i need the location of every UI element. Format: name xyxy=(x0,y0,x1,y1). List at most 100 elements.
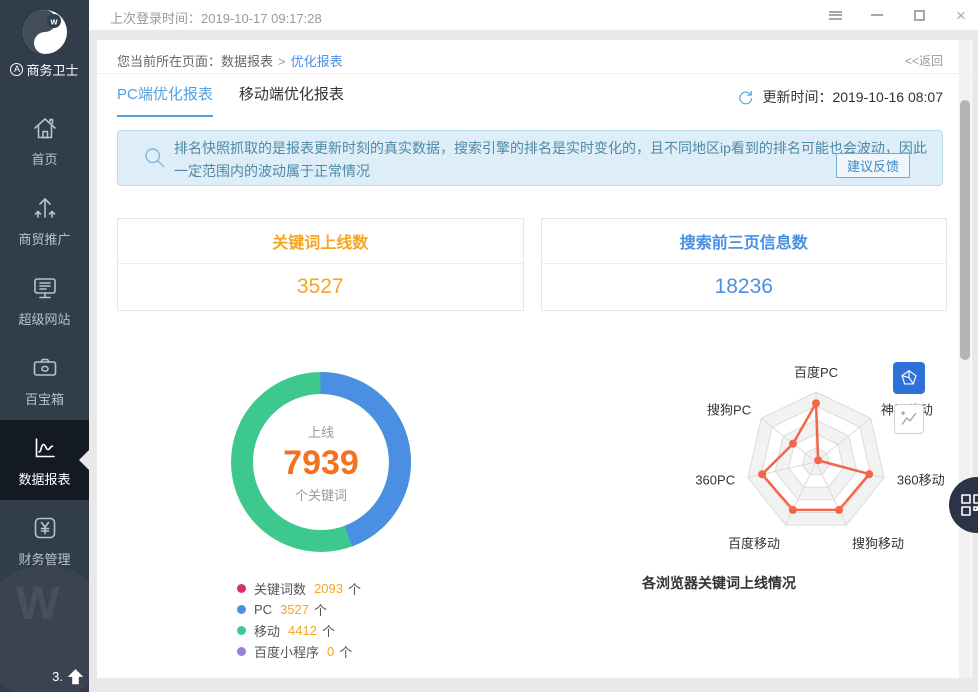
brand: w A 商务卫士 xyxy=(0,8,89,79)
breadcrumb-prefix: 您当前所在页面： xyxy=(117,54,221,69)
legend-dot xyxy=(237,647,246,656)
stat-card-1: 搜索前三页信息数18236 xyxy=(541,218,948,311)
window-menu-icon[interactable] xyxy=(828,8,842,22)
stat-card-title: 搜索前三页信息数 xyxy=(542,219,947,264)
legend-unit: 个 xyxy=(314,600,327,619)
radar-axis-label: 360PC xyxy=(695,472,735,487)
radar-axis-label: 360移动 xyxy=(897,472,945,487)
sidebar-footer-text: 3. xyxy=(52,669,63,684)
legend-unit: 个 xyxy=(339,642,352,661)
sidebar-item-label: 超级网站 xyxy=(18,309,70,328)
donut-value: 7939 xyxy=(283,444,359,482)
breadcrumb: 您当前所在页面：数据报表 > 优化报表 xyxy=(117,51,343,70)
sidebar-item-label: 数据报表 xyxy=(18,469,70,488)
window-controls: × xyxy=(828,0,968,30)
toolbox-line-chart-button[interactable] xyxy=(894,404,924,434)
legend-value: 2093 xyxy=(314,581,343,596)
radar-axis-label: 搜狗PC xyxy=(707,402,751,417)
update-time-text: 更新时间：2019-10-16 08:07 xyxy=(762,87,943,107)
sidebar-item-label: 百宝箱 xyxy=(25,389,64,408)
tab-pc-report[interactable]: PC端优化报表 xyxy=(117,83,213,117)
sidebar-menu: 首页商贸推广超级网站百宝箱数据报表财务管理 xyxy=(0,100,89,580)
content-panel: 您当前所在页面：数据报表 > 优化报表 <<返回 PC端优化报表移动端优化报表 更新… xyxy=(97,40,972,678)
refresh-icon[interactable] xyxy=(737,89,754,106)
radar-chart-icon xyxy=(898,367,920,389)
legend-unit: 个 xyxy=(348,579,361,598)
active-notch xyxy=(79,450,89,470)
report-icon xyxy=(30,433,60,463)
breadcrumb-separator: > xyxy=(278,54,286,69)
up-arrow-icon[interactable] xyxy=(66,667,85,686)
radar-title: 各浏览器关键词上线情况 xyxy=(589,573,849,593)
promotion-icon xyxy=(30,193,60,223)
legend-dot xyxy=(237,626,246,635)
update-row: 更新时间：2019-10-16 08:07 xyxy=(737,87,943,107)
sidebar-item-home[interactable]: 首页 xyxy=(0,100,89,180)
minimize-icon[interactable] xyxy=(870,8,884,22)
sidebar-item-label: 首页 xyxy=(31,149,57,168)
scrollbar-thumb[interactable] xyxy=(960,100,970,360)
line-chart-icon xyxy=(898,408,920,430)
tab-mobile-report[interactable]: 移动端优化报表 xyxy=(239,83,344,117)
legend-unit: 个 xyxy=(322,621,335,640)
stat-card-0: 关键词上线数3527 xyxy=(117,218,524,311)
maximize-icon[interactable] xyxy=(912,8,926,22)
sidebar-item-website[interactable]: 超级网站 xyxy=(0,260,89,340)
radar-axis-label: 百度移动 xyxy=(728,536,780,551)
divider xyxy=(97,73,972,74)
stat-card-title: 关键词上线数 xyxy=(118,219,523,264)
brand-logo-icon: w xyxy=(21,8,69,56)
sidebar-item-label: 商贸推广 xyxy=(18,229,70,248)
legend-value: 4412 xyxy=(288,623,317,638)
legend-item-1[interactable]: PC 3527 个 xyxy=(237,599,361,619)
back-link[interactable]: <<返回 xyxy=(905,52,943,69)
toolbox-icon xyxy=(30,353,60,383)
donut-bottom-label: 个关键词 xyxy=(295,485,347,504)
stat-card-value: 18236 xyxy=(542,264,947,310)
sidebar-watermark-letter: W xyxy=(16,576,59,630)
home-icon xyxy=(30,113,60,143)
legend-label: 百度小程序 xyxy=(254,642,319,661)
finance-icon xyxy=(30,513,60,543)
notice-banner: 排名快照抓取的是报表更新时刻的真实数据，搜索引擎的排名是实时变化的，且不同地区i… xyxy=(117,130,943,186)
legend-label: PC xyxy=(254,602,272,617)
sidebar: w A 商务卫士 首页商贸推广超级网站百宝箱数据报表财务管理 W 3. xyxy=(0,0,89,692)
breadcrumb-section: 数据报表 xyxy=(221,54,273,69)
sidebar-item-report[interactable]: 数据报表 xyxy=(0,420,89,500)
brand-name: 商务卫士 xyxy=(26,60,78,79)
legend-item-0[interactable]: 关键词数 2093 个 xyxy=(237,578,361,598)
search-icon xyxy=(142,145,167,170)
stat-cards: 关键词上线数3527搜索前三页信息数18236 xyxy=(117,218,947,311)
legend-label: 关键词数 xyxy=(254,579,306,598)
close-icon[interactable]: × xyxy=(954,8,968,22)
website-icon xyxy=(30,273,60,303)
legend-dot xyxy=(237,605,246,614)
toolbox-radar-chart-button[interactable] xyxy=(893,362,925,394)
legend-item-2[interactable]: 移动 4412 个 xyxy=(237,620,361,640)
stat-card-value: 3527 xyxy=(118,264,523,310)
legend-item-3[interactable]: 百度小程序 0个 xyxy=(237,641,361,661)
donut-top-label: 上线 xyxy=(308,422,334,441)
radar-axis-label: 百度PC xyxy=(794,365,838,380)
donut-center: 上线 7939 个关键词 xyxy=(241,417,401,509)
brand-badge-icon: A xyxy=(10,63,23,76)
qr-code-icon xyxy=(959,492,978,518)
feedback-button[interactable]: 建议反馈 xyxy=(836,153,910,178)
radar-axis-label: 搜狗移动 xyxy=(852,536,904,551)
chart-toolbox xyxy=(893,362,925,434)
svg-text:w: w xyxy=(49,17,58,27)
legend-dot xyxy=(237,584,246,593)
tab-bar: PC端优化报表移动端优化报表 xyxy=(117,83,344,117)
legend-value: 0 xyxy=(327,644,334,659)
last-login-text: 上次登录时间：2019-10-17 09:17:28 xyxy=(110,8,322,27)
sidebar-item-toolbox[interactable]: 百宝箱 xyxy=(0,340,89,420)
donut-legend: 关键词数2093个PC3527个移动4412个百度小程序0个 xyxy=(237,578,361,662)
app-window: w A 商务卫士 首页商贸推广超级网站百宝箱数据报表财务管理 W 3. 上次登录… xyxy=(0,0,978,692)
scrollbar-track xyxy=(959,40,971,678)
notice-text: 排名快照抓取的是报表更新时刻的真实数据，搜索引擎的排名是实时变化的，且不同地区i… xyxy=(174,137,928,183)
legend-label: 移动 xyxy=(254,621,280,640)
titlebar: 上次登录时间：2019-10-17 09:17:28 × xyxy=(89,0,978,30)
breadcrumb-current[interactable]: 优化报表 xyxy=(291,54,343,69)
legend-value: 3527 xyxy=(280,602,309,617)
sidebar-item-promotion[interactable]: 商贸推广 xyxy=(0,180,89,260)
